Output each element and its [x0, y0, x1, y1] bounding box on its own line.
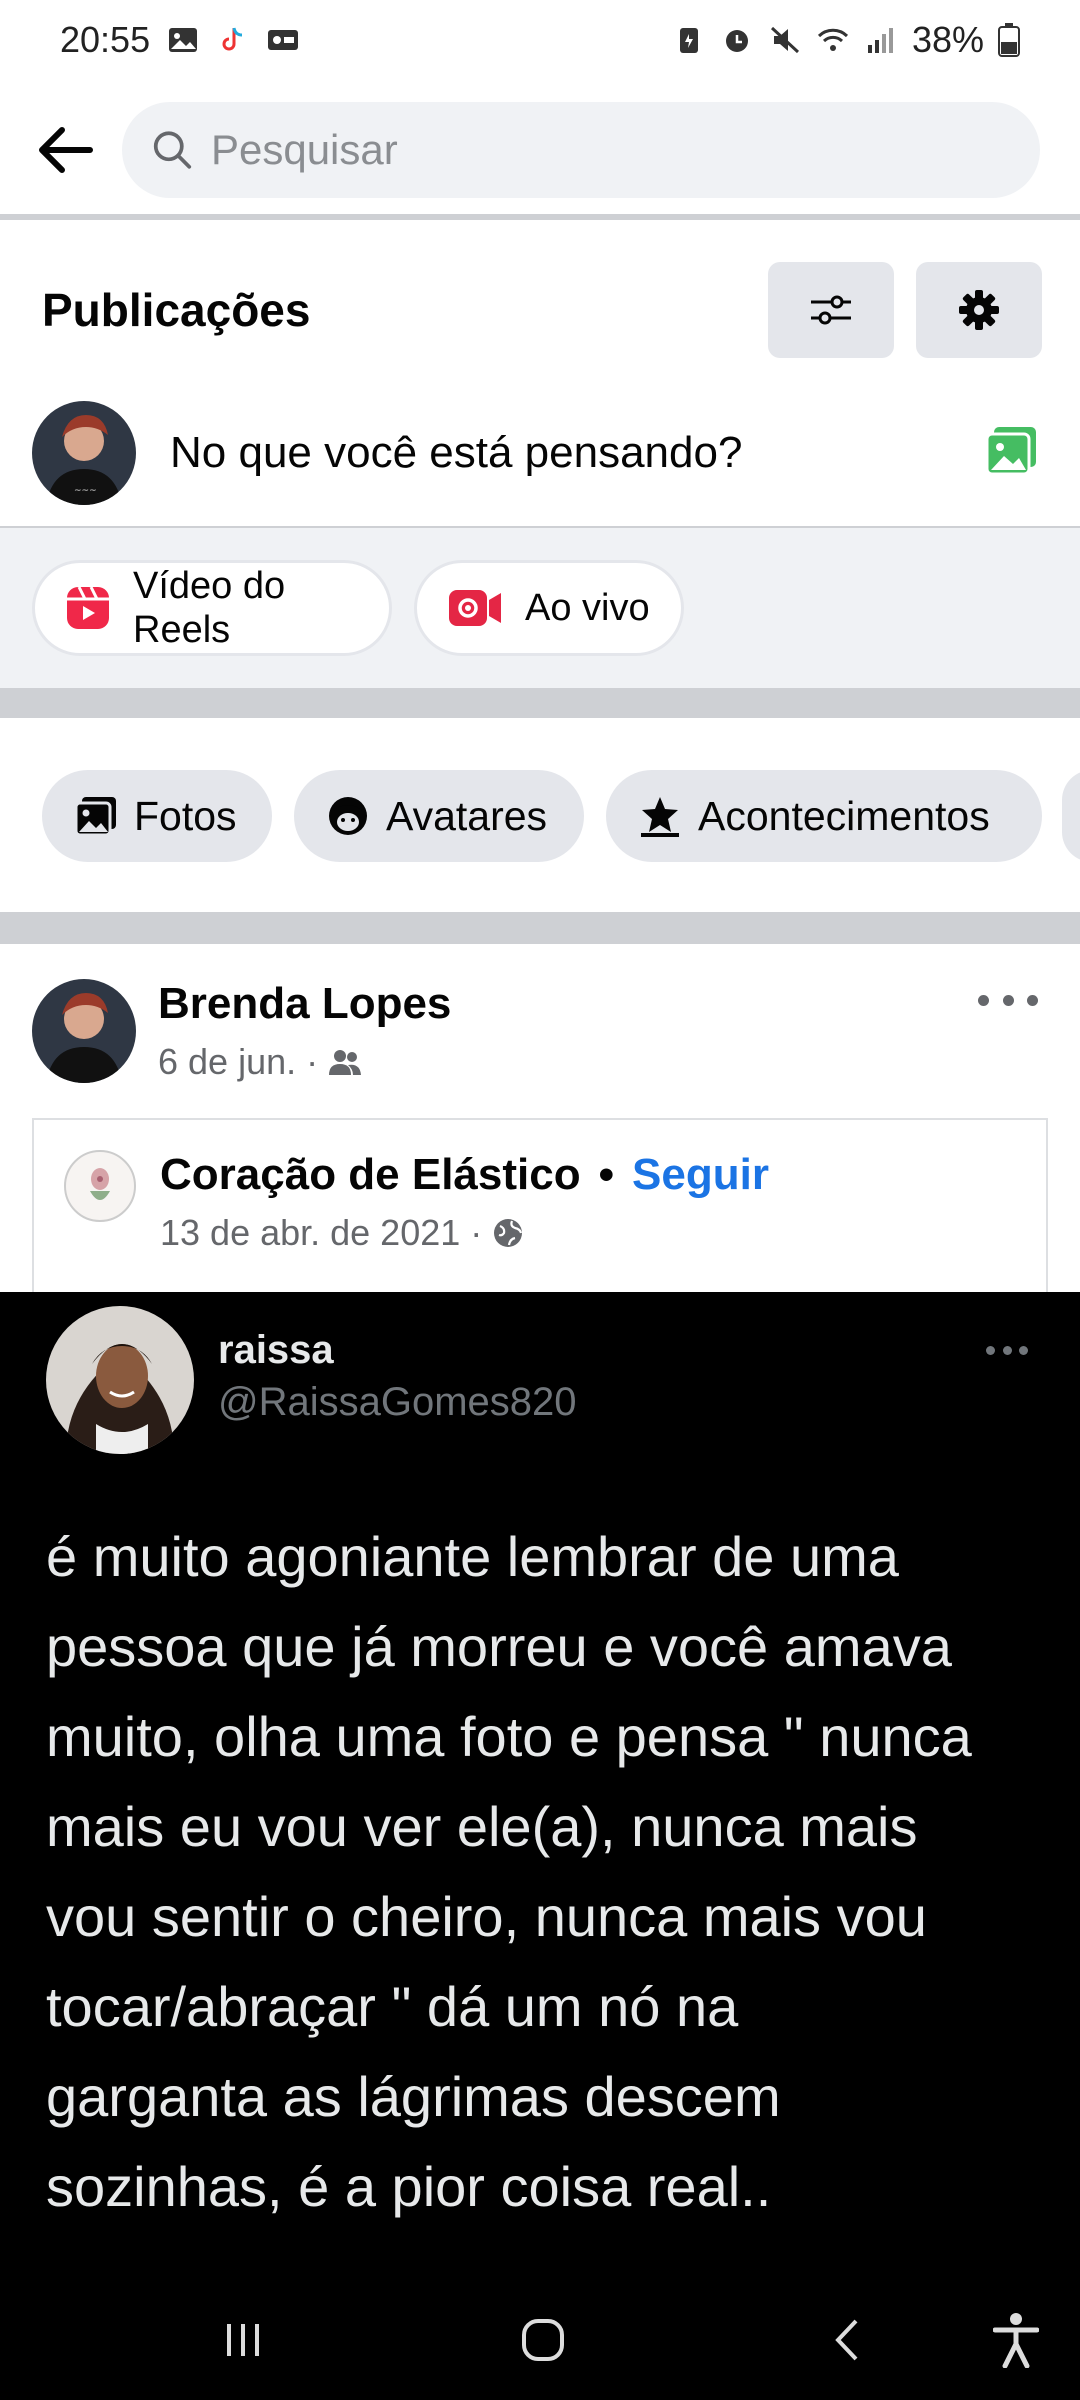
tiktok-notification-icon [222, 27, 243, 51]
back-nav-button[interactable] [822, 2310, 872, 2370]
chip-photos-label: Fotos [134, 792, 237, 839]
globe-icon [494, 1219, 523, 1247]
accessibility-button[interactable] [988, 2310, 1044, 2370]
follow-button[interactable]: Seguir [632, 1150, 769, 1199]
battery-icon [998, 23, 1020, 57]
user-avatar[interactable]: ~~~ [32, 401, 136, 505]
author-name[interactable]: Brenda Lopes [158, 979, 451, 1029]
tweet-text-line: pessoa que já morreu e você amava [46, 1615, 952, 1678]
friends-icon [329, 1050, 362, 1075]
composer-prompt[interactable]: No que você está pensando? [170, 428, 742, 478]
chip-life-events-label: Acontecimentos [698, 792, 990, 839]
tweet-text-line: tocar/abraçar " dá um nó na [46, 1975, 739, 2038]
reels-video-button[interactable]: Vídeo do Reels [32, 560, 392, 656]
live-video-button[interactable]: Ao vivo [414, 560, 684, 656]
alarm-icon [725, 30, 748, 52]
post-header: Brenda Lopes 6 de jun. · [0, 975, 1080, 1095]
home-button[interactable] [515, 2310, 571, 2370]
back-button[interactable] [30, 115, 100, 185]
section-separator [0, 688, 1080, 718]
chip-photos[interactable]: Fotos [42, 770, 272, 862]
system-nav-bar [0, 2280, 1080, 2400]
posts-section-header: Publicações [0, 262, 1080, 358]
chip-avatars-label: Avatares [386, 792, 548, 839]
post-meta: 6 de jun. · [158, 1041, 362, 1083]
svg-text:~~~: ~~~ [74, 486, 97, 496]
signal-icon [867, 28, 893, 53]
tweet-text-line: sozinhas, é a pior coisa real.. [46, 2155, 772, 2218]
chip-life-events[interactable]: Acontecimentos [606, 770, 1042, 862]
arrow-left-icon [39, 127, 93, 173]
photo-icon [985, 426, 1036, 475]
search-icon [153, 131, 192, 169]
status-time: 20:55 [60, 19, 151, 60]
home-icon [522, 2319, 564, 2361]
avatar-icon [329, 797, 367, 835]
status-bar: 20:55 38% [0, 0, 1080, 80]
search-bar[interactable] [122, 102, 1040, 198]
page-logo[interactable] [64, 1150, 136, 1222]
tweet-author-handle: @RaissaGomes820 [218, 1380, 577, 1424]
post-date[interactable]: 6 de jun. [158, 1041, 296, 1083]
author-avatar[interactable] [32, 979, 136, 1083]
shared-post-meta: 13 de abr. de 2021 · [160, 1212, 524, 1254]
shared-page-name[interactable]: Coração de Elástico [160, 1150, 581, 1199]
tweet-text-line: vou sentir o cheiro, nunca mais vou [46, 1885, 927, 1948]
reels-video-label: Vídeo do Reels [133, 565, 286, 651]
mute-icon [770, 26, 799, 54]
header-divider [0, 214, 1080, 220]
filters-button[interactable] [768, 262, 894, 358]
chevron-left-icon [835, 2319, 858, 2361]
battery-percent: 38% [911, 19, 984, 60]
gear-icon [959, 290, 999, 330]
post-composer[interactable]: ~~~ No que você está pensando? [0, 388, 1080, 518]
vpn-notification-icon [268, 30, 299, 50]
tweet-text-line: muito, olha uma foto e pensa " nunca [46, 1705, 972, 1768]
battery-saver-icon [679, 28, 698, 53]
section-title: Publicações [42, 284, 311, 336]
section-separator [0, 912, 1080, 944]
shared-post-header: Coração de Elástico • Seguir 13 de abr. de… [32, 1118, 1048, 1298]
star-flag-icon [641, 797, 679, 837]
tweet-author-name: raissa [218, 1328, 334, 1372]
tweet-text-line: garganta as lágrimas descem [46, 2065, 781, 2128]
live-video-label: Ao vivo [525, 587, 650, 629]
accessibility-icon [993, 2313, 1039, 2368]
shared-page-line: Coração de Elástico • Seguir [160, 1150, 769, 1199]
recent-apps-icon [227, 2324, 259, 2356]
search-header [0, 90, 1080, 210]
sliders-icon [811, 295, 851, 325]
search-input[interactable] [210, 126, 1010, 174]
add-photo-button[interactable] [984, 425, 1040, 482]
chip-more[interactable] [1062, 770, 1080, 862]
photos-icon [74, 797, 116, 837]
tweet-text: é muito agoniante lembrar de uma pessoa … [46, 1512, 1056, 2232]
post-image[interactable]: raissa @RaissaGomes820 é muito agoniante… [0, 1292, 1080, 2400]
chip-avatars[interactable]: Avatares [294, 770, 584, 862]
live-video-icon [449, 590, 501, 626]
tweet-avatar [46, 1306, 194, 1454]
post-options-button[interactable] [978, 985, 1038, 1015]
wifi-icon [817, 28, 848, 51]
shared-post-date[interactable]: 13 de abr. de 2021 [160, 1212, 460, 1254]
gallery-notification-icon [169, 28, 198, 52]
tweet-text-line: mais eu vou ver ele(a), nunca mais [46, 1795, 918, 1858]
settings-button[interactable] [916, 262, 1042, 358]
tweet-more-icon [986, 1346, 1028, 1356]
recent-apps-button[interactable] [218, 2310, 268, 2370]
tweet-text-line: é muito agoniante lembrar de uma [46, 1525, 899, 1588]
reels-icon [67, 586, 109, 629]
